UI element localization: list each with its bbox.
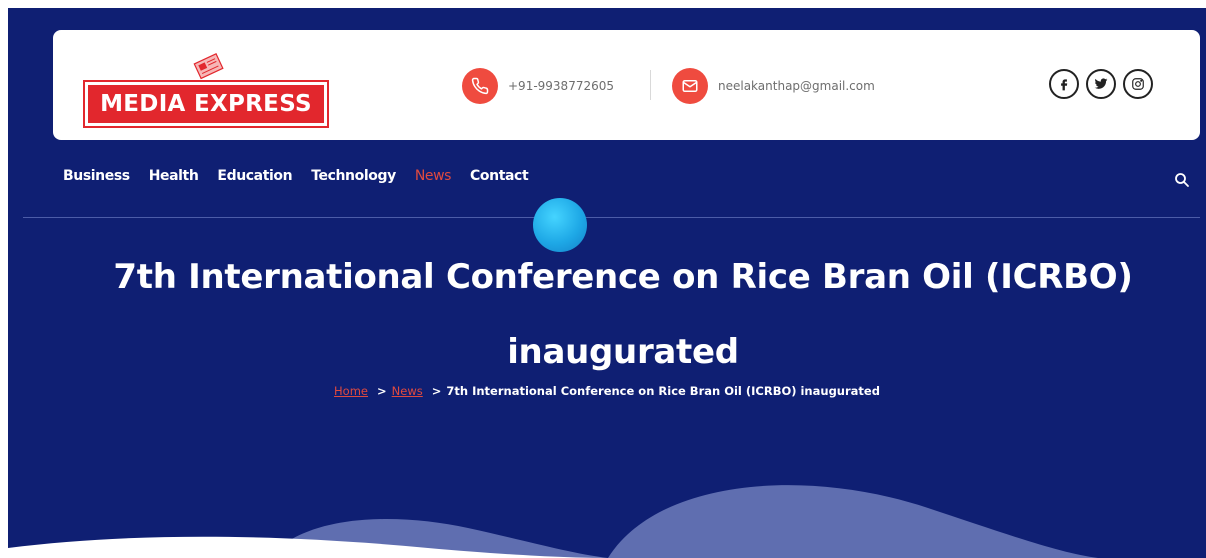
decorative-wave	[8, 485, 1098, 558]
hero-section: MEDIA EXPRESS +91-9938772605 neelakantha…	[8, 8, 1206, 558]
